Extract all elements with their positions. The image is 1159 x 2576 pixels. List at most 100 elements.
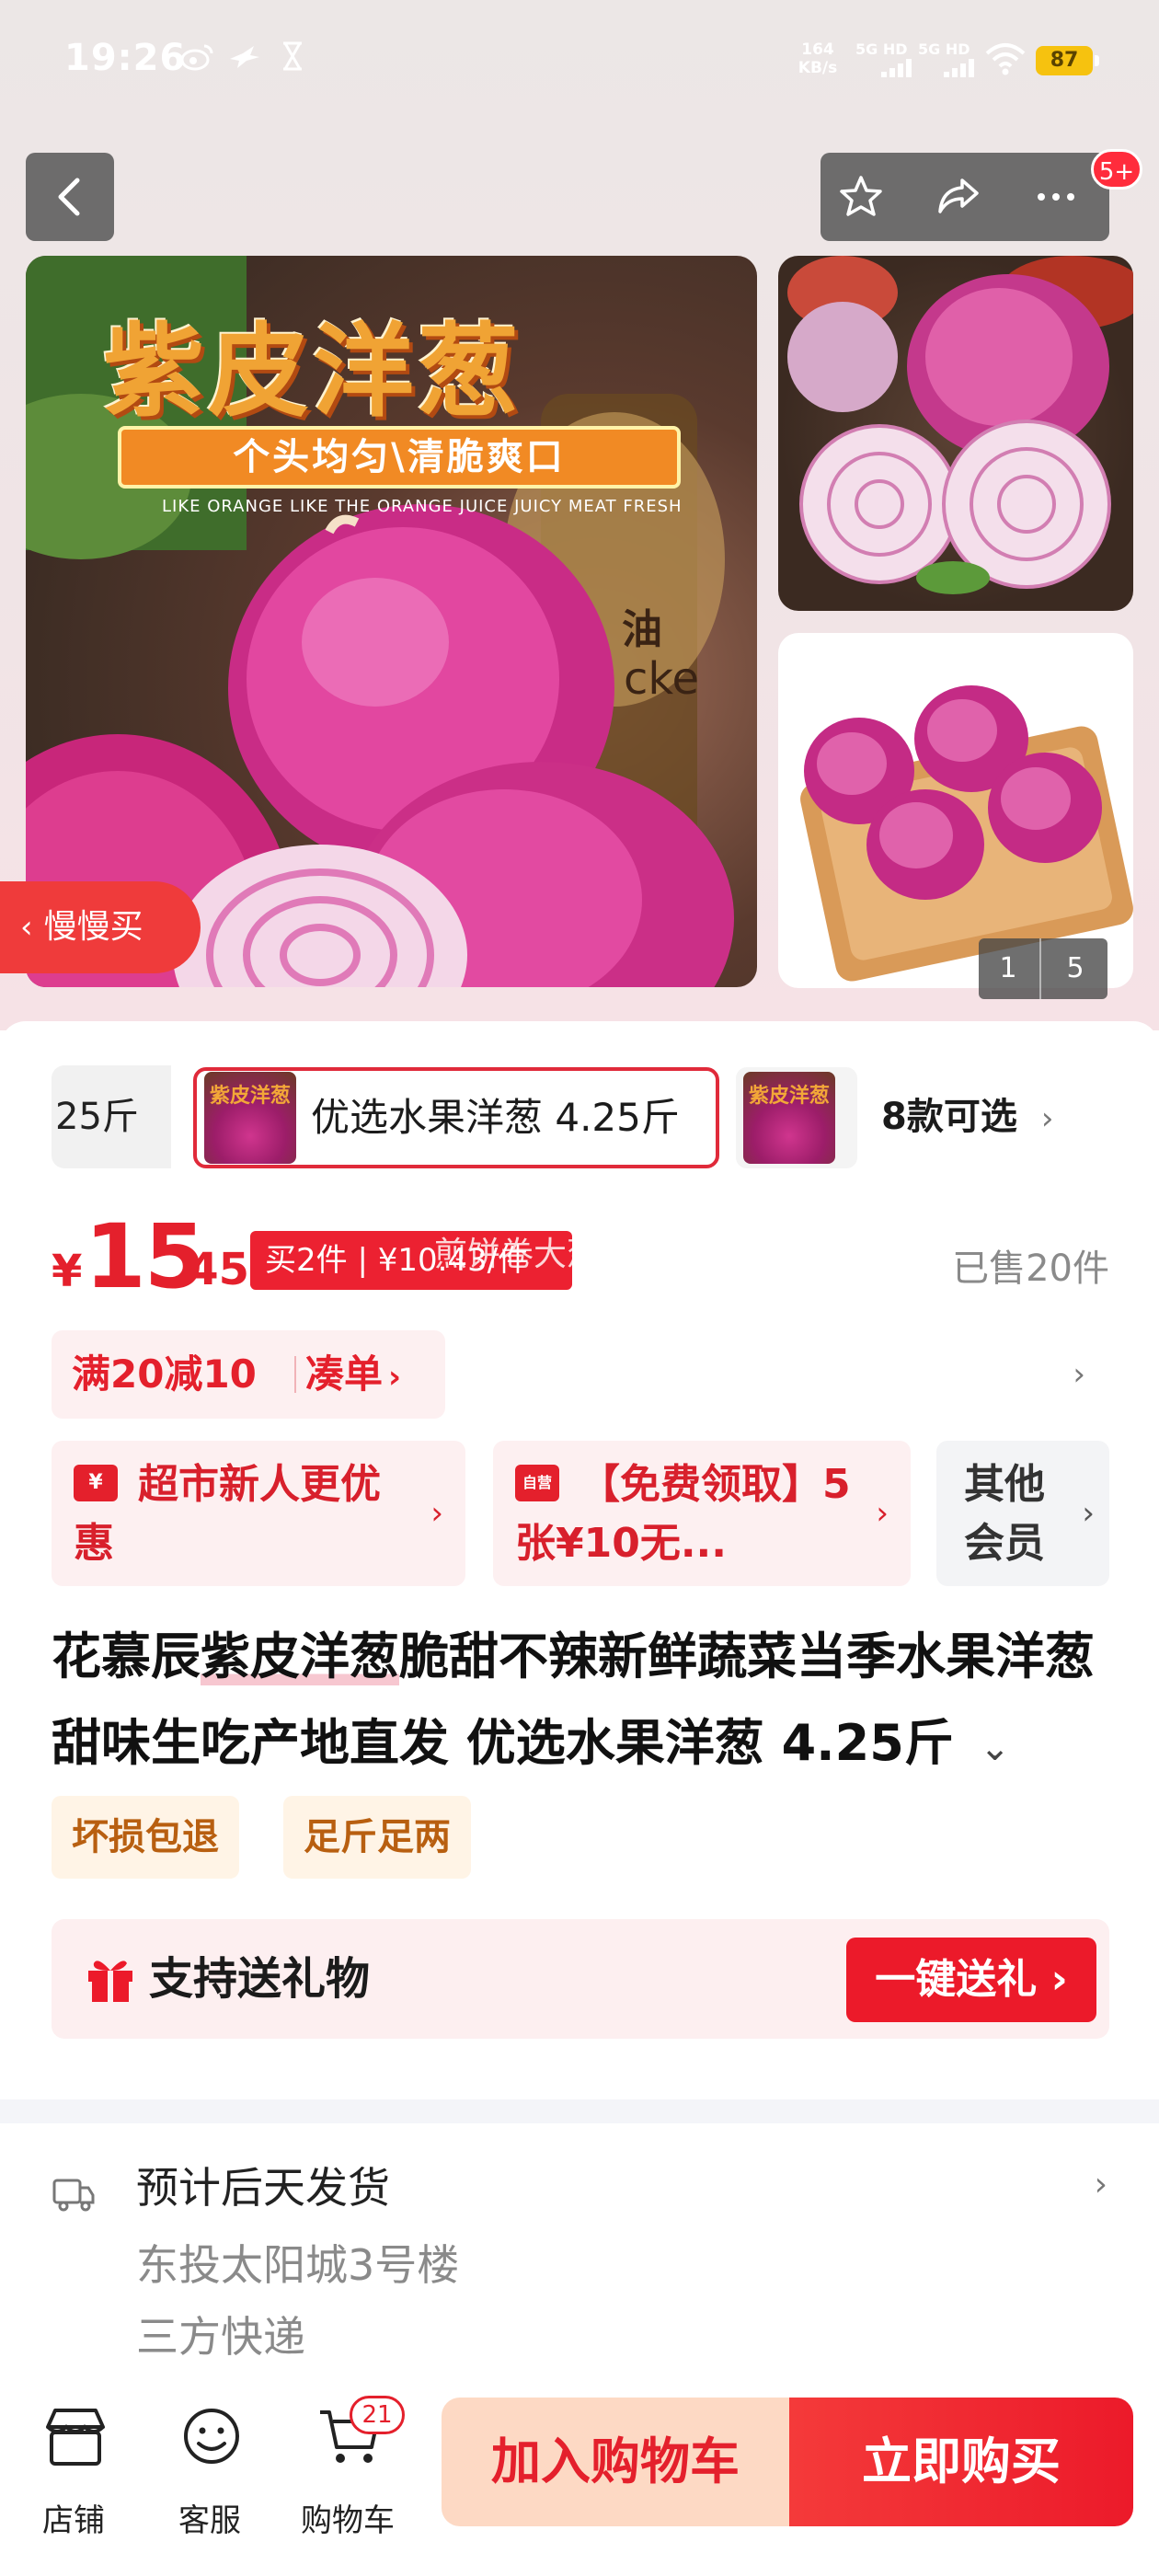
total-pages: 5 [1066, 952, 1084, 984]
ship-estimate: 预计后天发货 [136, 2163, 390, 2213]
bottle-text-1: 油 [622, 606, 662, 653]
gift-banner: 支持送礼物 一键送礼 › [52, 1919, 1109, 2039]
store-label: 店铺 [42, 2502, 105, 2539]
promotion-row[interactable]: 满20减10 凑单 › › [52, 1330, 1109, 1419]
coupon-text: 其他会员 [964, 1461, 1045, 1567]
signal-2-label: 5G HD [918, 40, 970, 58]
back-button[interactable] [26, 153, 114, 241]
network-speed-unit: KB/s [798, 59, 838, 77]
send-gift-label: 一键送礼 [875, 1956, 1038, 2003]
coupon-text: 自营 【免费领取】5张¥10无... [515, 1455, 859, 1573]
add-to-cart-button[interactable]: 加入购物车 [442, 2398, 789, 2526]
bird-icon [230, 46, 259, 68]
coupon-free-claim[interactable]: 自营 【免费领取】5张¥10无... › [493, 1441, 911, 1586]
gift-label: 支持送礼物 [149, 1953, 371, 2005]
share-icon[interactable] [935, 173, 982, 221]
signal-bars-icon [881, 59, 912, 77]
slow-buy-label: 慢慢买 [43, 908, 143, 946]
title-keyword: 紫皮洋葱 [201, 1627, 399, 1685]
ship-address: 东投太阳城3号楼 [136, 2240, 460, 2290]
chevron-right-icon: › [1082, 1495, 1095, 1532]
coupon-new-user[interactable]: ¥ 超市新人更优惠 › [52, 1441, 465, 1586]
product-info-card: 25斤 紫皮洋葱 优选水果洋葱 4.25斤 紫皮洋葱 8款可选 › ¥ 15 .4… [0, 1021, 1159, 2098]
network-speed-value: 164 [801, 40, 834, 59]
image-ribbon: 个头均匀\清脆爽口 [118, 426, 681, 489]
status-time: 19:26 [64, 37, 187, 79]
store-icon [46, 2409, 105, 2466]
product-title: 花慕辰紫皮洋葱脆甜不辣新鲜蔬菜当季水果洋葱甜味生吃产地直发 优选水果洋葱 4.2… [52, 1614, 1100, 1791]
more-variants-link[interactable]: 8款可选 › [881, 1065, 1053, 1170]
bottom-action-bar: 店铺 客服 购物车 21 加入购物车 立即购买 [0, 2381, 1159, 2576]
variant-thumbnail: 紫皮洋葱 [204, 1072, 296, 1164]
cart-count-badge: 21 [350, 2396, 405, 2434]
chevron-right-icon[interactable]: › [1073, 1330, 1085, 1419]
customer-service-label: 客服 [178, 2502, 241, 2539]
gift-icon [88, 1961, 132, 2002]
product-gallery: 19:26 164 KB/s 5G HD 5G HD 87 5+ 紫皮洋葱 个头… [0, 0, 1159, 1030]
slow-buy-tab[interactable]: ‹ 慢慢买 [0, 881, 201, 973]
variant-selected-label: 优选水果洋葱 4.25斤 [311, 1095, 680, 1140]
coupon-ticket-icon: ¥ [74, 1465, 118, 1501]
store-button[interactable]: 店铺 [9, 2394, 138, 2541]
cart-label: 购物车 [301, 2502, 395, 2539]
variant-option-next[interactable]: 紫皮洋葱 [736, 1067, 857, 1168]
coupon-label: 【免费领取】5张¥10无... [515, 1461, 851, 1567]
onion-photo-halves [787, 256, 1133, 594]
shipping-section[interactable]: 预计后天发货 东投太阳城3号楼 三方快递 › [0, 2123, 1159, 2399]
promotion-divider [294, 1356, 296, 1393]
variant-option-selected[interactable]: 紫皮洋葱 优选水果洋葱 4.25斤 [193, 1067, 719, 1168]
promotion-tag[interactable]: 满20减10 凑单 › [52, 1330, 445, 1419]
network-speed: 164 KB/s [793, 40, 843, 77]
buy-now-button[interactable]: 立即购买 [789, 2398, 1133, 2526]
chevron-left-icon: ‹ [20, 909, 33, 946]
thumbnail-image-3[interactable] [778, 633, 1133, 988]
section-divider [0, 2099, 1159, 2123]
hourglass-icon [283, 41, 302, 71]
chevron-right-icon: › [1040, 1100, 1054, 1137]
image-headline: 紫皮洋葱 [103, 313, 522, 431]
current-page: 1 [999, 952, 1017, 984]
thumbnail-image-2[interactable] [778, 256, 1133, 611]
more-icon[interactable] [1032, 173, 1080, 221]
chevron-right-icon: › [1094, 2166, 1107, 2203]
add-on-label: 凑单 [305, 1351, 384, 1397]
price-decimal: .45 [171, 1244, 250, 1295]
title-brand: 花慕辰 [52, 1627, 201, 1685]
service-tag: 足斤足两 [283, 1796, 471, 1879]
discount-rule: 满20减10 [72, 1351, 257, 1397]
signal-indicator-1: 5G HD [855, 40, 914, 77]
variant-thumb-text: 紫皮洋葱 [210, 1085, 292, 1108]
signal-bars-icon [944, 59, 974, 77]
coupon-label: 超市新人更优惠 [74, 1461, 381, 1567]
coupon-text: ¥ 超市新人更优惠 [74, 1455, 414, 1573]
chevron-right-icon: › [388, 1359, 402, 1396]
chevron-left-icon [58, 178, 80, 216]
bottle-text-2: cke [624, 653, 700, 705]
coupon-other-members[interactable]: 其他会员 › [936, 1441, 1109, 1586]
price-row: ¥ 15 .45 买2件 | ¥10.43/件 煎饼卷大葱侠 已售20件 [52, 1205, 1109, 1316]
variant-count-label: 8款可选 [881, 1096, 1017, 1138]
send-gift-button[interactable]: 一键送礼 › [846, 1938, 1096, 2022]
customer-service-icon [184, 2409, 239, 2464]
favorite-star-icon[interactable] [837, 173, 885, 221]
delivery-truck-icon [52, 2179, 95, 2212]
add-on-link[interactable]: 凑单 › [305, 1330, 401, 1421]
variant-option-previous[interactable]: 25斤 [52, 1065, 171, 1168]
currency-symbol: ¥ [52, 1246, 83, 1297]
main-product-image[interactable]: 紫皮洋葱 个头均匀\清脆爽口 LIKE ORANGE LIKE THE ORAN… [26, 256, 757, 987]
image-page-indicator: 1 5 [979, 938, 1107, 999]
wifi-icon [985, 43, 1026, 75]
status-bar: 19:26 164 KB/s 5G HD 5G HD 87 [0, 0, 1159, 120]
variant-thumb-text: 紫皮洋葱 [749, 1085, 831, 1108]
battery-indicator: 87 [1036, 46, 1099, 75]
customer-service-button[interactable]: 客服 [145, 2394, 274, 2541]
sold-count: 已售20件 [952, 1248, 1109, 1290]
service-tag: 坏损包退 [52, 1796, 239, 1879]
bundle-overlay-text: 煎饼卷大葱侠 [434, 1236, 634, 1273]
signal-indicator-2: 5G HD [918, 40, 977, 77]
variant-thumbnail: 紫皮洋葱 [743, 1072, 835, 1164]
message-badge: 5+ [1091, 149, 1142, 190]
chevron-down-icon[interactable]: ⌄ [980, 1727, 1011, 1769]
header-actions [820, 153, 1109, 241]
chevron-right-icon: › [430, 1495, 443, 1532]
